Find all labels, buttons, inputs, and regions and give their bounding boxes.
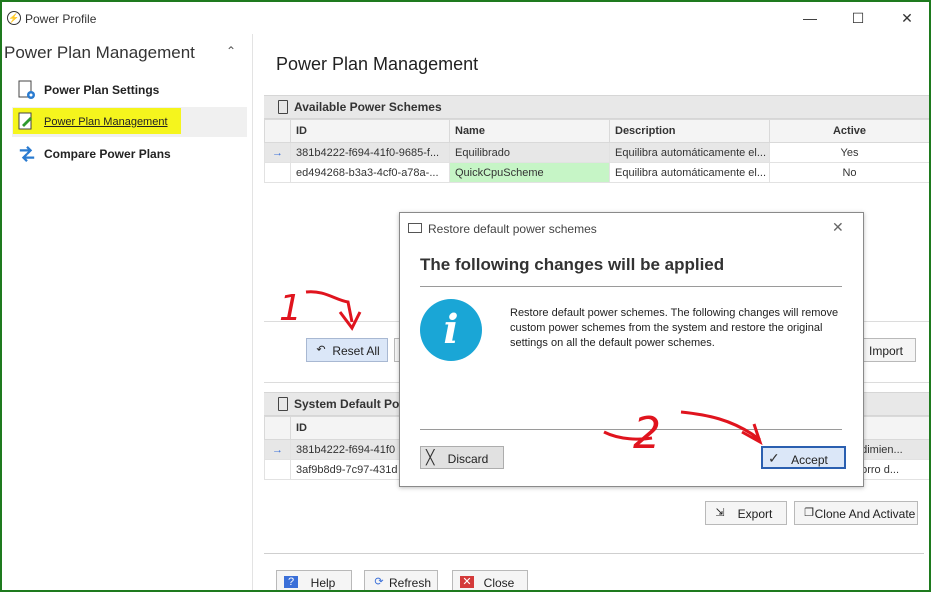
- collapse-icon[interactable]: ⌃: [226, 44, 236, 58]
- discard-button[interactable]: ╳ Discard: [420, 446, 504, 469]
- app-window: ⚡ Power Profile — ☐ ✕ Power Plan Managem…: [0, 0, 931, 592]
- cell-id[interactable]: ed494268-b3a3-4cf0-a78a-...: [290, 162, 450, 183]
- button-label: Import: [868, 344, 903, 358]
- restore-defaults-dialog: Restore default power schemes ✕ The foll…: [399, 212, 864, 487]
- maximize-button[interactable]: ☐: [843, 8, 873, 28]
- available-schemes-header[interactable]: Available Power Schemes: [264, 95, 929, 119]
- export-button[interactable]: ⇲ Export: [705, 501, 787, 525]
- sidebar-title: Power Plan Management: [4, 43, 195, 62]
- table-row[interactable]: ed494268-b3a3-4cf0-a78a-... QuickCpuSche…: [264, 162, 929, 183]
- close-button[interactable]: ✕ Close: [452, 570, 528, 590]
- row-indicator-arrow-icon: →: [264, 439, 291, 460]
- sidebar: Power Plan Management ⌃ Power Plan Setti…: [2, 34, 253, 590]
- button-label: Refresh: [388, 576, 432, 590]
- help-button[interactable]: ? Help: [276, 570, 352, 590]
- button-label: Export: [737, 507, 773, 521]
- cell-description[interactable]: Equilibra automáticamente el...: [609, 142, 770, 163]
- row-indicator: [264, 459, 291, 480]
- cell-active[interactable]: No: [769, 162, 929, 183]
- available-schemes-table: ID Name Description Active → 381b4222-f6…: [264, 119, 929, 183]
- column-header-name[interactable]: Name: [449, 119, 610, 143]
- battery-icon: [278, 397, 288, 411]
- divider: [420, 429, 842, 430]
- column-header-description[interactable]: Description: [609, 119, 770, 143]
- footer-divider: [264, 553, 924, 554]
- button-label: Reset All: [332, 344, 380, 358]
- cell-name[interactable]: Equilibrado: [449, 142, 610, 163]
- dialog-close-button[interactable]: ✕: [832, 219, 844, 236]
- dialog-message: Restore default power schemes. The follo…: [510, 307, 839, 349]
- cell-id[interactable]: 381b4222-f694-41f0-9685-f...: [290, 142, 450, 163]
- settings-page-icon: [18, 80, 35, 99]
- group-title: System Default Po: [294, 397, 400, 411]
- sidebar-item-compare-power-plans[interactable]: Compare Power Plans: [12, 139, 247, 169]
- reset-all-button[interactable]: ↶ Reset All: [306, 338, 388, 362]
- sidebar-item-label: Power Plan Settings: [44, 83, 160, 97]
- column-header-active[interactable]: Active: [769, 119, 929, 143]
- compare-arrows-icon: [19, 146, 35, 162]
- dialog-heading: The following changes will be applied: [420, 255, 725, 274]
- cell-name[interactable]: QuickCpuScheme: [449, 162, 610, 183]
- button-label: Help: [310, 576, 336, 590]
- button-label: Clone And Activate: [814, 507, 916, 521]
- sidebar-item-power-plan-settings[interactable]: Power Plan Settings: [12, 75, 247, 105]
- import-button[interactable]: Import: [856, 338, 916, 362]
- cell-description[interactable]: Equilibra automáticamente el...: [609, 162, 770, 183]
- close-window-button[interactable]: ✕: [892, 8, 922, 28]
- table-row[interactable]: → 381b4222-f694-41f0-9685-f... Equilibra…: [264, 142, 929, 163]
- sidebar-item-power-plan-management[interactable]: Power Plan Management: [12, 107, 247, 137]
- row-indicator-arrow-icon: →: [264, 142, 291, 163]
- battery-icon: [278, 100, 288, 114]
- app-logo-icon: ⚡: [7, 11, 21, 25]
- cell-active[interactable]: Yes: [769, 142, 929, 163]
- divider: [420, 286, 842, 287]
- sidebar-item-label: Compare Power Plans: [44, 147, 171, 161]
- column-header-id[interactable]: ID: [290, 119, 450, 143]
- row-indicator: [264, 162, 291, 183]
- button-label: Close: [483, 576, 515, 590]
- group-title: Available Power Schemes: [294, 100, 442, 114]
- page-title: Power Plan Management: [276, 54, 479, 74]
- button-label: Discard: [447, 452, 489, 466]
- clone-and-activate-button[interactable]: ❐ Clone And Activate: [794, 501, 918, 525]
- sidebar-item-label: Power Plan Management: [44, 116, 168, 128]
- minimize-button[interactable]: —: [795, 8, 825, 28]
- button-label: Accept: [791, 453, 828, 467]
- title-bar: ⚡ Power Profile — ☐ ✕: [2, 2, 929, 34]
- info-icon: i: [420, 299, 482, 361]
- table-header-row: ID Name Description Active: [264, 119, 929, 143]
- refresh-button[interactable]: ⟳ Refresh: [364, 570, 438, 590]
- indicator-header: [264, 416, 291, 440]
- indicator-header: [264, 119, 291, 143]
- edit-page-icon: [18, 112, 32, 130]
- dialog-title: Restore default power schemes: [428, 222, 597, 236]
- battery-icon: [408, 223, 422, 233]
- window-title: Power Profile: [25, 12, 97, 26]
- accept-button[interactable]: ✓ Accept: [761, 446, 846, 469]
